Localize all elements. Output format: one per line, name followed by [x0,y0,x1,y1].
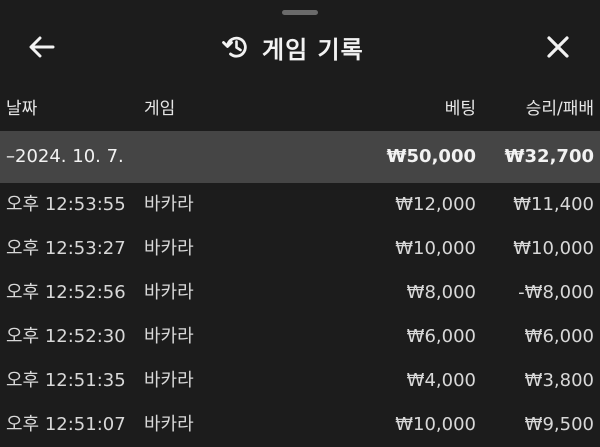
game-history-table: –2024. 10. 7. ₩50,000 ₩32,700 오후 12:53:5… [0,131,600,447]
table-row[interactable]: 오후 12:53:55 바카라 ₩12,000 ₩11,400 [0,183,600,227]
date-group-bet-total: ₩50,000 [386,146,476,167]
arrow-left-icon [29,36,55,58]
drag-handle[interactable] [282,10,318,15]
row-time: 오후 12:51:35 [6,370,126,391]
header-bar: 게임 기록 [0,20,600,74]
close-icon [547,36,569,58]
date-group-label: –2024. 10. 7. [6,146,124,167]
row-result: ₩3,800 [524,370,594,391]
row-time: 오후 12:53:55 [6,194,126,215]
row-result: ₩11,400 [513,194,594,215]
row-result: ₩9,500 [524,414,594,435]
row-bet: ₩6,000 [406,326,476,347]
row-game: 바카라 [144,238,194,259]
row-time: 오후 12:53:27 [6,238,126,259]
row-bet: ₩12,000 [395,194,476,215]
row-result: -₩8,000 [518,282,594,303]
row-time: 오후 12:51:07 [6,414,126,435]
back-button[interactable] [24,30,60,64]
row-time: 오후 12:52:30 [6,326,126,347]
row-game: 바카라 [144,282,194,303]
row-time: 오후 12:52:56 [6,282,126,303]
row-bet: ₩8,000 [406,282,476,303]
row-game: 바카라 [144,370,194,391]
row-result: ₩6,000 [524,326,594,347]
column-header-game: 게임 [144,99,176,119]
column-header-bet: 베팅 [444,99,476,119]
table-row[interactable]: 오후 12:51:07 바카라 ₩10,000 ₩9,500 [0,403,600,447]
table-row[interactable]: 오후 12:52:30 바카라 ₩6,000 ₩6,000 [0,315,600,359]
row-result: ₩10,000 [513,238,594,259]
date-group-result-total: ₩32,700 [504,146,594,167]
date-group-row[interactable]: –2024. 10. 7. ₩50,000 ₩32,700 [0,131,600,183]
table-row[interactable]: 오후 12:51:35 바카라 ₩4,000 ₩3,800 [0,359,600,403]
table-row[interactable]: 오후 12:52:56 바카라 ₩8,000 -₩8,000 [0,271,600,315]
column-header-date: 날짜 [6,99,38,119]
row-bet: ₩4,000 [406,370,476,391]
row-bet: ₩10,000 [395,414,476,435]
history-icon [222,36,247,58]
row-game: 바카라 [144,194,194,215]
table-row[interactable]: 오후 12:53:27 바카라 ₩10,000 ₩10,000 [0,227,600,271]
row-bet: ₩10,000 [395,238,476,259]
close-button[interactable] [538,28,578,66]
page-title: 게임 기록 [262,35,364,64]
row-game: 바카라 [144,326,194,347]
column-header-result: 승리/패배 [525,99,594,119]
row-game: 바카라 [144,414,194,435]
page-title-group: 게임 기록 [222,30,364,64]
